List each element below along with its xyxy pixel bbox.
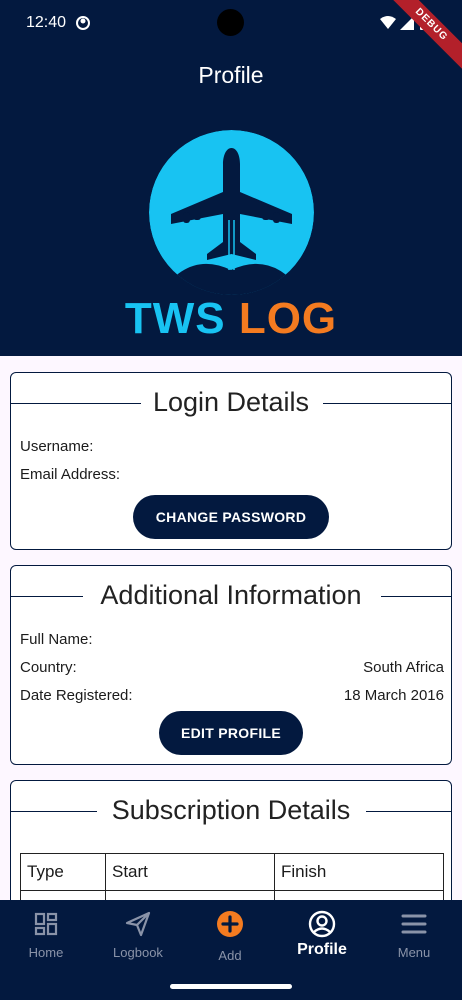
dashboard-icon	[34, 912, 58, 936]
nav-item-home[interactable]: Home	[0, 900, 92, 972]
date-registered-value: 18 March 2016	[343, 687, 444, 704]
username-label: Username:	[20, 438, 94, 455]
nav-label-add: Add	[218, 948, 242, 963]
nav-label-home: Home	[28, 945, 64, 960]
account-circle-icon	[308, 910, 336, 938]
nav-label-profile: Profile	[297, 941, 347, 958]
profile-screen: 12:40 DEBUG Profile TWS LOG Login Detail…	[0, 0, 462, 1000]
nav-item-menu[interactable]: Menu	[368, 900, 460, 972]
nav-item-logbook[interactable]: Logbook	[92, 900, 184, 972]
camera-cutout	[217, 9, 244, 36]
additional-information-title-row: Additional Information	[11, 566, 451, 628]
full-name-row: Full Name:	[20, 631, 444, 648]
logo-word-log: LOG	[238, 294, 338, 343]
send-icon	[125, 911, 151, 937]
nav-item-add[interactable]: Add	[184, 900, 276, 972]
full-name-label: Full Name:	[20, 631, 93, 648]
nav-item-profile[interactable]: Profile	[276, 900, 368, 972]
table-cell	[274, 890, 444, 900]
edit-profile-button[interactable]: EDIT PROFILE	[159, 711, 303, 755]
table-header-row: Type Start Finish	[20, 853, 444, 891]
table-cell	[20, 890, 106, 900]
gesture-handle[interactable]	[170, 984, 292, 989]
email-label: Email Address:	[20, 466, 121, 483]
header: 12:40 DEBUG Profile TWS LOG	[0, 0, 462, 356]
logo-wordmark: TWS LOG	[118, 294, 344, 344]
profile-content[interactable]: Login Details Username: Email Address: C…	[0, 356, 462, 900]
table-row	[20, 890, 444, 900]
country-value: South Africa	[363, 659, 444, 676]
subscription-table: Type Start Finish	[20, 853, 444, 900]
nav-label-logbook: Logbook	[113, 945, 163, 960]
date-registered-row: Date Registered: 18 March 2016	[20, 687, 444, 704]
login-details-card: Login Details Username: Email Address: C…	[10, 372, 452, 550]
airplane-logo-icon	[149, 130, 314, 295]
wifi-icon	[380, 16, 396, 29]
hamburger-menu-icon	[401, 914, 427, 934]
country-row: Country: South Africa	[20, 659, 444, 676]
table-cell	[105, 890, 275, 900]
login-details-title-row: Login Details	[11, 373, 451, 435]
column-header-start: Start	[105, 853, 275, 891]
page-title: Profile	[198, 62, 264, 88]
app-notification-icon	[76, 16, 90, 30]
country-label: Country:	[20, 659, 77, 676]
additional-information-card: Additional Information Full Name: Countr…	[10, 565, 452, 765]
subscription-details-title: Subscription Details	[11, 795, 451, 826]
column-header-finish: Finish	[274, 853, 444, 891]
additional-information-title: Additional Information	[11, 580, 451, 611]
bottom-navigation: Home Logbook Add Profile Menu	[0, 900, 462, 972]
date-registered-label: Date Registered:	[20, 687, 133, 704]
add-circle-icon	[217, 911, 243, 937]
username-row: Username:	[20, 438, 444, 455]
status-bar: 12:40 DEBUG	[0, 0, 462, 78]
login-details-title: Login Details	[11, 387, 451, 418]
tws-log-logo: TWS LOG	[118, 128, 344, 343]
column-header-type: Type	[20, 853, 106, 891]
email-row: Email Address:	[20, 466, 444, 483]
subscription-details-card: Subscription Details Type Start Finish	[10, 780, 452, 900]
subscription-details-title-row: Subscription Details	[11, 781, 451, 843]
logo-word-tws: TWS	[124, 294, 226, 343]
status-time: 12:40	[26, 14, 67, 31]
nav-label-menu: Menu	[397, 945, 431, 960]
change-password-button[interactable]: CHANGE PASSWORD	[133, 495, 329, 539]
